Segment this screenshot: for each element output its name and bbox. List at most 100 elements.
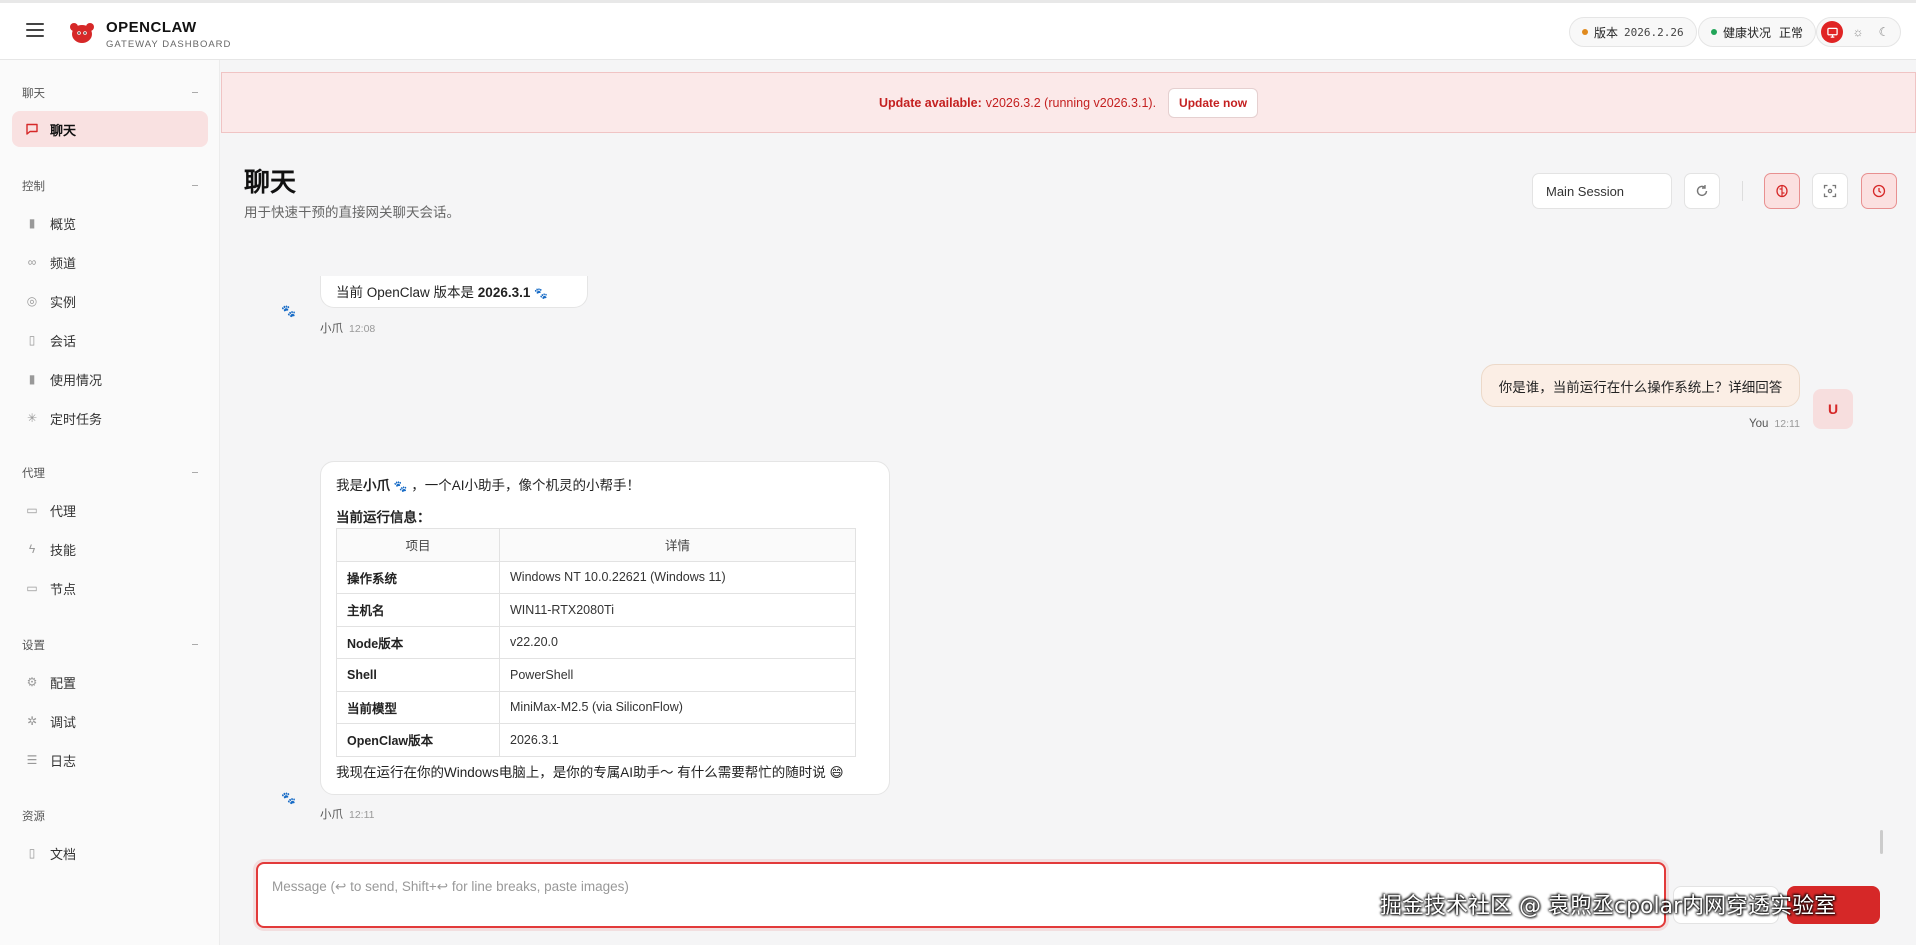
group-title-settings: 设置 [22, 640, 45, 652]
table-row: OpenClaw版本 2026.3.1 [336, 723, 856, 757]
sidebar-item-label: 会话 [50, 333, 77, 349]
system-info-table: 项目 详情 操作系统 Windows NT 10.0.22621 (Window… [336, 528, 856, 757]
reply-section-title: 当前运行信息： [336, 510, 431, 525]
folder-icon: ▭ [26, 503, 38, 517]
page-subtitle: 用于快速干预的直接网关聊天会话。 [244, 205, 460, 220]
table-header: 详情 [499, 528, 856, 562]
clock-icon[interactable] [1861, 173, 1897, 209]
collapse-icon[interactable] [192, 472, 198, 473]
gear-icon: ⚙ [26, 675, 38, 689]
sidebar-item-label: 实例 [50, 294, 77, 310]
sidebar-item-nodes[interactable]: ▭ 节点 [12, 570, 208, 606]
table-cell-key: 操作系统 [336, 560, 500, 594]
sidebar-item-debug[interactable]: ✲ 调试 [12, 703, 208, 739]
table-cell-value: 2026.3.1 [499, 723, 856, 757]
collapse-icon[interactable] [192, 644, 198, 645]
sidebar: 聊天 聊天 控制 ▮ 概览 ∞ 频道 ◎ 实例 ▯ 会话 ▮ 使用情况 ✳ 定时… [0, 60, 220, 945]
sidebar-item-config[interactable]: ⚙ 配置 [12, 664, 208, 700]
chat-scrollbar[interactable] [1880, 830, 1883, 854]
openclaw-logo [70, 23, 94, 43]
menu-icon[interactable] [26, 23, 44, 37]
table-cell-value: MiniMax-M2.5 (via SiliconFlow) [499, 690, 856, 724]
version-badge: 版本 2026.2.26 [1569, 17, 1697, 47]
table-row: 主机名 WIN11-RTX2080Ti [336, 593, 856, 627]
reply-intro-name: 小爪 [363, 478, 390, 493]
sidebar-item-cron[interactable]: ✳ 定时任务 [12, 400, 208, 436]
sun-icon[interactable]: ☼ [1847, 21, 1869, 43]
message-time: 12:11 [349, 809, 375, 821]
sidebar-item-label: 定时任务 [50, 411, 103, 427]
sidebar-item-label: 聊天 [50, 122, 77, 138]
radio-icon: ◎ [26, 294, 38, 308]
sidebar-item-label: 技能 [50, 542, 77, 558]
sidebar-item-chat[interactable]: 聊天 [12, 111, 208, 147]
sidebar-item-label: 频道 [50, 255, 77, 271]
table-cell-value: WIN11-RTX2080Ti [499, 593, 856, 627]
table-header-row: 项目 详情 [336, 528, 856, 562]
collapse-icon[interactable] [192, 92, 198, 93]
bar-chart-icon: ▮ [28, 372, 36, 386]
reply-intro-prefix: 我是 [336, 478, 363, 493]
sidebar-item-instances[interactable]: ◎ 实例 [12, 283, 208, 319]
link-icon: ∞ [27, 255, 37, 269]
moon-icon[interactable]: ☾ [1873, 21, 1895, 43]
group-title-chat: 聊天 [22, 88, 45, 100]
sidebar-item-label: 配置 [50, 675, 77, 691]
table-row: 当前模型 MiniMax-M2.5 (via SiliconFlow) [336, 690, 856, 724]
message-text: 当前 OpenClaw 版本是 [336, 285, 478, 300]
reply-intro: 我是小爪 🐾 ，一个AI小助手，像个机灵的小帮手！ [336, 474, 874, 494]
refresh-icon[interactable] [1684, 173, 1720, 209]
message-icon [24, 121, 40, 137]
paw-icon: 🐾 [393, 481, 408, 493]
group-title-agents: 代理 [22, 468, 45, 480]
version-value: 2026.2.26 [1624, 25, 1684, 39]
collapse-icon[interactable] [192, 185, 198, 186]
update-now-button[interactable]: Update now [1168, 87, 1259, 118]
sidebar-item-usage[interactable]: ▮ 使用情况 [12, 361, 208, 397]
message-time: 12:08 [349, 323, 376, 335]
health-label: 健康状况 [1723, 25, 1772, 40]
user-message-bubble: 你是谁，当前运行在什么操作系统上？详细回答 [1481, 364, 1800, 407]
paw-icon: 🐾 [534, 288, 548, 300]
sidebar-item-channels[interactable]: ∞ 频道 [12, 244, 208, 280]
table-cell-value: v22.20.0 [499, 625, 856, 659]
focus-icon[interactable] [1812, 173, 1848, 209]
message-sender: You [1749, 418, 1769, 430]
message-meta: You 12:11 [1749, 418, 1800, 430]
book-icon: ▯ [28, 846, 36, 860]
brain-icon[interactable] [1764, 173, 1800, 209]
sidebar-item-skills[interactable]: ϟ 技能 [12, 531, 208, 567]
version-status-dot [1582, 29, 1588, 35]
sidebar-item-docs[interactable]: ▯ 文档 [12, 835, 208, 871]
user-avatar: U [1813, 389, 1853, 429]
sidebar-item-label: 代理 [50, 503, 77, 519]
sidebar-item-sessions[interactable]: ▯ 会话 [12, 322, 208, 358]
toolbar-divider [1742, 181, 1743, 201]
bolt-icon: ϟ [28, 542, 36, 556]
reply-closing: 我现在运行在你的Windows电脑上，是你的专属AI助手～ 有什么需要帮忙的随时… [336, 764, 844, 780]
message-meta: 小爪 12:11 [320, 806, 375, 822]
sidebar-item-logs[interactable]: ☰ 日志 [12, 742, 208, 778]
table-row: 操作系统 Windows NT 10.0.22621 (Windows 11) [336, 560, 856, 594]
monitor-theme-icon[interactable] [1821, 21, 1843, 43]
sidebar-item-overview[interactable]: ▮ 概览 [12, 205, 208, 241]
table-cell-key: Node版本 [336, 625, 500, 659]
paw-avatar-icon: 🐾 [281, 791, 296, 805]
message-time: 12:11 [1774, 418, 1800, 430]
sidebar-item-label: 概览 [50, 216, 77, 232]
table-cell-key: OpenClaw版本 [336, 723, 500, 757]
sidebar-item-label: 节点 [50, 581, 77, 597]
message-text: 你是谁，当前运行在什么操作系统上？详细回答 [1498, 379, 1783, 395]
version-label: 版本 [1594, 25, 1619, 40]
file-icon: ▯ [28, 333, 36, 347]
message-meta: 小爪 12:08 [320, 320, 375, 336]
top-bar: OPENCLAW GATEWAY DASHBOARD 版本 2026.2.26 … [0, 0, 1916, 60]
session-select[interactable]: Main Session [1532, 173, 1672, 209]
health-status-dot [1711, 29, 1717, 35]
update-banner-prefix: Update available: [878, 95, 982, 110]
update-banner: Update available: v2026.3.2 (running v20… [221, 72, 1916, 133]
loader-icon: ✳ [26, 411, 38, 425]
brand-subtitle: GATEWAY DASHBOARD [106, 39, 232, 50]
brand: OPENCLAW GATEWAY DASHBOARD [106, 19, 231, 50]
sidebar-item-agents[interactable]: ▭ 代理 [12, 492, 208, 528]
